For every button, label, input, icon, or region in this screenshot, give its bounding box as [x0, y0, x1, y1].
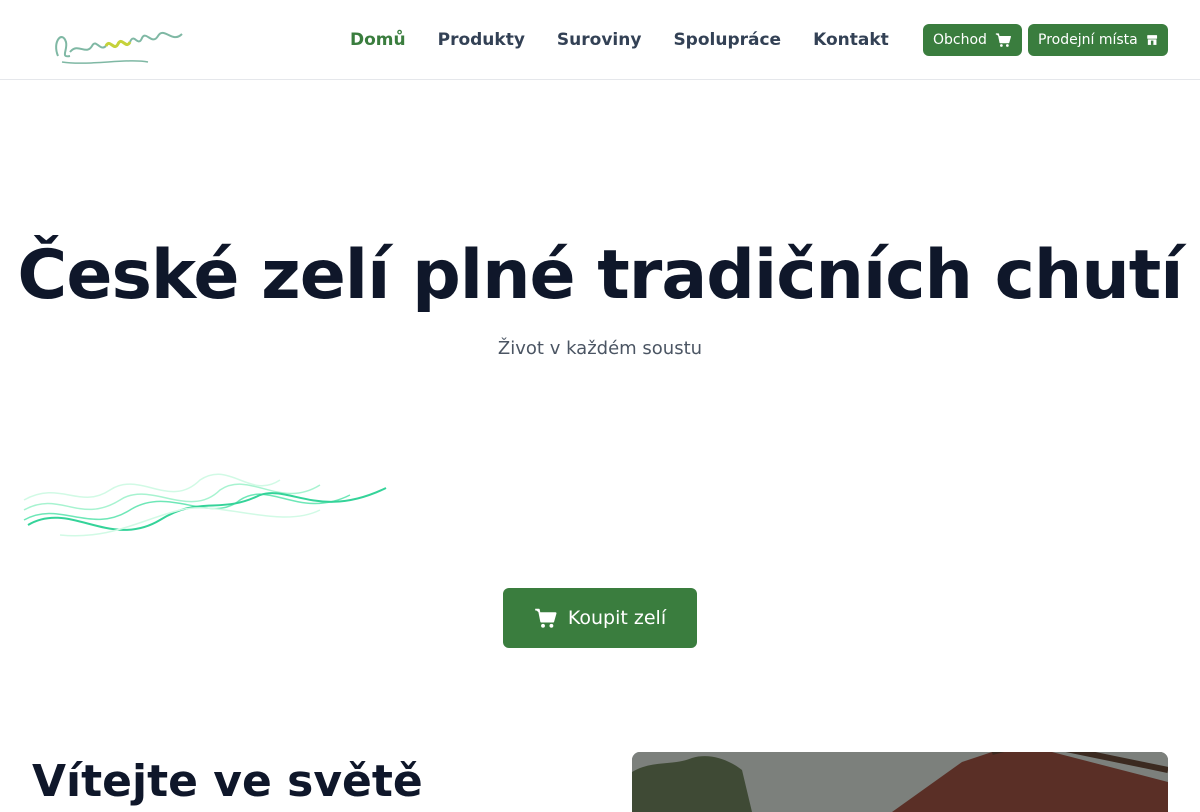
shop-button-label: Obchod — [933, 32, 987, 48]
buy-cabbage-label: Koupit zelí — [567, 607, 667, 629]
decorative-waves-graphic — [23, 473, 387, 537]
main-nav: Domů Produkty Suroviny Spolupráce Kontak… — [334, 0, 905, 80]
cart-icon — [995, 33, 1011, 47]
buy-cabbage-button[interactable]: Koupit zelí — [503, 588, 697, 648]
welcome-title: Vítejte ve světě — [32, 756, 423, 807]
store-icon — [1146, 35, 1157, 45]
hero-title: České zelí plné tradičních chutí — [17, 236, 1183, 315]
nav-item-domu[interactable]: Domů — [334, 30, 422, 50]
nav-item-kontakt[interactable]: Kontakt — [797, 30, 905, 50]
brand-logo[interactable] — [48, 12, 188, 68]
stores-button[interactable]: Prodejní místa — [1028, 24, 1168, 56]
stores-button-label: Prodejní místa — [1038, 32, 1138, 48]
cart-icon — [535, 608, 557, 628]
nav-item-spoluprace[interactable]: Spolupráce — [657, 30, 797, 50]
nav-item-suroviny[interactable]: Suroviny — [541, 30, 658, 50]
site-header: Domů Produkty Suroviny Spolupráce Kontak… — [0, 0, 1200, 80]
hero-subtitle: Život v každém soustu — [497, 338, 703, 359]
photo-scene — [632, 752, 1168, 812]
shop-button[interactable]: Obchod — [923, 24, 1022, 56]
farm-photo — [632, 752, 1168, 812]
nav-item-produkty[interactable]: Produkty — [422, 30, 541, 50]
